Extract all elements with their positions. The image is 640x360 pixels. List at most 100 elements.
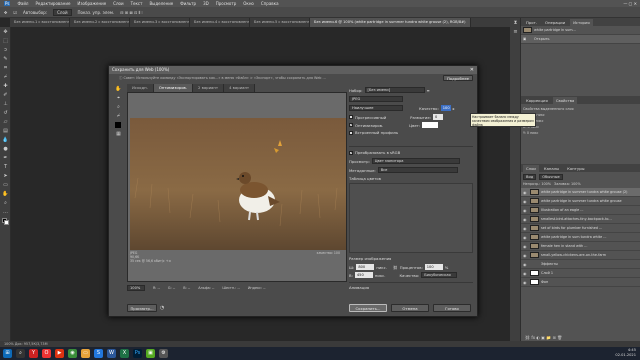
layer-row[interactable]: ◉ small-yellow-chickens-are-on-the-farm xyxy=(521,251,640,260)
eye-icon[interactable]: ◉ xyxy=(523,226,528,231)
menu-select[interactable]: Выделение xyxy=(149,1,173,6)
quality-input[interactable]: 100 xyxy=(440,105,451,111)
quick-select-icon[interactable]: ✎ xyxy=(2,56,9,63)
tab-properties[interactable]: Свойства xyxy=(552,96,578,104)
explorer-icon[interactable]: ▭ xyxy=(81,349,90,358)
opera-icon[interactable]: O xyxy=(42,349,51,358)
history-brush-icon[interactable]: ↺ xyxy=(2,110,9,117)
save-button[interactable]: Сохранить... xyxy=(349,304,387,312)
menu-3d[interactable]: 3D xyxy=(203,1,209,6)
format-select[interactable]: JPEG xyxy=(349,96,403,102)
download-time[interactable]: 35 сек @ 56,6 кбит/с +≡ xyxy=(130,259,346,263)
tab-paths[interactable]: Контуры xyxy=(564,165,587,172)
zoom-icon[interactable]: ⌕ xyxy=(2,200,9,207)
skype-icon[interactable]: S xyxy=(94,349,103,358)
eye-icon[interactable]: ◉ xyxy=(523,217,528,222)
tab-channels[interactable]: Каналы xyxy=(541,165,562,172)
menu-help[interactable]: Справка xyxy=(261,1,279,6)
doc-tab-active[interactable]: Без имени-6 @ 100% (white partridge in s… xyxy=(310,18,471,27)
menu-edit[interactable]: Редактирование xyxy=(36,1,71,6)
stamp-icon[interactable]: ⊥ xyxy=(2,101,9,108)
youtube-icon[interactable]: ▶ xyxy=(55,349,64,358)
tab-2up[interactable]: 2 вариант xyxy=(192,84,225,92)
color-swatches[interactable] xyxy=(2,218,9,225)
move-tool-icon[interactable]: ✥ xyxy=(4,10,7,15)
close-icon[interactable]: ✕ xyxy=(470,66,474,74)
metadata-select[interactable]: Все xyxy=(377,167,458,173)
doc-tab[interactable]: Без имени-3 с восстановленн... xyxy=(130,18,190,27)
tab-adjustments[interactable]: Коррекция xyxy=(523,97,551,104)
menu-view[interactable]: Просмотр xyxy=(216,1,237,6)
zoom-select[interactable]: 100% xyxy=(127,285,145,291)
eye-icon[interactable]: ◉ xyxy=(523,253,528,258)
zoom-icon[interactable]: ⌕ xyxy=(115,104,122,111)
layer-row[interactable]: ◉ Слой 1 xyxy=(521,269,640,278)
props-y[interactable]: Y: 0 пикс xyxy=(523,130,638,136)
fill-field[interactable]: Заливка: 100% xyxy=(554,182,581,186)
menu-layers[interactable]: Слои xyxy=(113,1,123,6)
matte-swatch[interactable] xyxy=(422,122,439,128)
preview-select[interactable]: Цвет монитора xyxy=(371,158,460,164)
opacity-field[interactable]: Непрозр.: 100% xyxy=(523,182,551,186)
height-input[interactable]: 450 xyxy=(354,272,373,278)
history-step[interactable]: ▣ Открыть xyxy=(521,35,640,44)
path-select-icon[interactable]: ➤ xyxy=(2,173,9,180)
tab-4up[interactable]: 4 вариант xyxy=(224,84,256,92)
eyedropper-icon[interactable]: ⌿ xyxy=(2,74,9,81)
window-controls[interactable]: — ▢ ✕ xyxy=(623,1,637,6)
quality-slider-arrow[interactable]: ▸ xyxy=(453,106,455,111)
image-preview[interactable]: JPEG 90,6K 35 сек @ 56,6 кбит/с +≡ качес… xyxy=(127,92,347,282)
link-icon[interactable]: ⛓ xyxy=(393,265,398,270)
history-panel-icon[interactable]: ⧗ xyxy=(512,20,519,27)
blur-icon[interactable]: 💧 xyxy=(2,137,9,144)
photoshop-icon[interactable]: Ps xyxy=(133,349,142,358)
eye-icon[interactable]: ◉ xyxy=(523,235,528,240)
layer-row[interactable]: ◉ white partridge in summer tundra white … xyxy=(521,188,640,197)
word-icon[interactable]: W xyxy=(107,349,116,358)
optimized-checkbox[interactable]: ✓ xyxy=(349,123,353,127)
menu-image[interactable]: Изображение xyxy=(77,1,106,6)
yandex-icon[interactable]: Y xyxy=(29,349,38,358)
tab-prot[interactable]: Прот. xyxy=(523,19,540,26)
layer-row[interactable]: ◉ smallest-bird-attaches-tiny-backpack-to… xyxy=(521,215,640,224)
eyedropper-color-swatch[interactable] xyxy=(115,122,122,129)
layer-kind-select[interactable]: Вид xyxy=(523,174,537,180)
type-icon[interactable]: T xyxy=(2,164,9,171)
eye-icon[interactable]: ◉ xyxy=(523,280,528,285)
hand-icon[interactable]: ✋ xyxy=(115,86,122,93)
brush-icon[interactable]: ✐ xyxy=(2,92,9,99)
app-icon[interactable]: ▣ xyxy=(146,349,155,358)
shape-icon[interactable]: ▭ xyxy=(2,182,9,189)
preset-select[interactable]: [Без имени] xyxy=(364,87,425,93)
healing-icon[interactable]: ✚ xyxy=(2,83,9,90)
marquee-icon[interactable]: ⬚ xyxy=(2,38,9,45)
layer-row[interactable]: ◉ Фон xyxy=(521,278,640,287)
move-icon[interactable]: ✥ xyxy=(2,29,9,36)
doc-tab[interactable]: Без имени-2 с восстановленн... xyxy=(70,18,130,27)
eyedropper-icon[interactable]: ⌿ xyxy=(115,113,122,120)
layer-row[interactable]: ◉ Illustration of an eagle ... xyxy=(521,206,640,215)
blur-input[interactable]: 0 xyxy=(432,114,443,120)
tab-actions[interactable]: Операции xyxy=(542,19,568,26)
progressive-checkbox[interactable] xyxy=(349,115,353,119)
show-controls-label[interactable]: Показ. упр. элем. xyxy=(78,10,115,15)
eye-icon[interactable]: ◉ xyxy=(523,199,528,204)
menu-type[interactable]: Текст xyxy=(131,1,143,6)
start-icon[interactable]: ⊞ xyxy=(3,349,12,358)
chrome-icon[interactable]: ◉ xyxy=(68,349,77,358)
percent-input[interactable]: 100 xyxy=(424,264,443,270)
tab-layers[interactable]: Слои xyxy=(523,164,539,172)
auto-select-checkbox[interactable]: ☑ xyxy=(13,10,17,15)
layer-row[interactable]: ◉ set of birds for plumber furnished ... xyxy=(521,224,640,233)
auto-select-target[interactable]: Слой xyxy=(53,8,72,16)
menu-filter[interactable]: Фильтр xyxy=(180,1,196,6)
pen-icon[interactable]: ✒ xyxy=(2,155,9,162)
preset-menu-icon[interactable]: ≡ xyxy=(427,88,430,93)
browser-icon[interactable]: ◔ xyxy=(160,305,164,311)
layer-actions-bar[interactable]: ⛓ fx ◐ ▣ 📁 ⊞ 🗑 xyxy=(525,335,562,340)
more-tools-icon[interactable]: … xyxy=(2,209,9,216)
toggle-slices-icon[interactable]: ▦ xyxy=(115,131,122,138)
embed-profile-checkbox[interactable] xyxy=(349,130,353,135)
history-snapshot[interactable]: white partridge in sum... xyxy=(521,26,640,35)
cancel-button[interactable]: Отмена xyxy=(391,304,429,312)
